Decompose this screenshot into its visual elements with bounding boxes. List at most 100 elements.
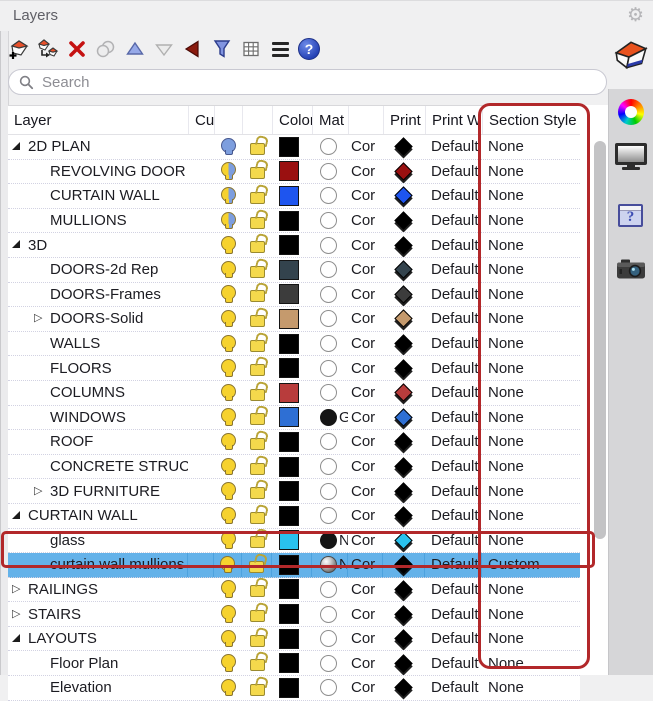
- print-color-cell[interactable]: [383, 430, 425, 454]
- layer-name-cell[interactable]: glass: [8, 529, 188, 553]
- material-icon[interactable]: [320, 360, 337, 377]
- visibility-bulb-icon[interactable]: [221, 236, 236, 251]
- linetype-label[interactable]: Cor: [348, 627, 383, 651]
- layer-name-cell[interactable]: DOORS-Frames: [8, 283, 188, 307]
- visibility-bulb-icon[interactable]: [221, 285, 236, 300]
- column-header-color[interactable]: Color: [272, 106, 312, 134]
- column-header-on[interactable]: [214, 106, 242, 134]
- print-color-cell[interactable]: [383, 233, 425, 257]
- print-color-icon[interactable]: [394, 211, 412, 229]
- move-down-button[interactable]: [153, 38, 175, 60]
- color-swatch[interactable]: [279, 555, 299, 575]
- current-layer-cell[interactable]: [188, 676, 214, 700]
- layer-row[interactable]: CURTAIN WALLCorDefaultNone: [8, 184, 580, 209]
- lock-icon[interactable]: [250, 684, 265, 696]
- lock-cell[interactable]: [242, 455, 272, 479]
- new-layer-button[interactable]: [8, 38, 30, 60]
- visibility-bulb-icon[interactable]: [221, 162, 236, 177]
- collapse-arrow-icon[interactable]: ▷: [34, 486, 42, 497]
- current-layer-cell[interactable]: [188, 209, 214, 233]
- material-icon[interactable]: [320, 679, 337, 696]
- lock-icon[interactable]: [250, 463, 265, 475]
- color-swatch[interactable]: [279, 358, 299, 378]
- collapse-arrow-icon[interactable]: ▷: [12, 609, 20, 620]
- lock-icon[interactable]: [250, 635, 265, 647]
- current-layer-cell[interactable]: [188, 578, 214, 602]
- current-layer-cell[interactable]: [188, 184, 214, 208]
- linetype-label[interactable]: Cor: [348, 578, 383, 602]
- section-style-label[interactable]: None: [482, 307, 580, 331]
- visibility-cell[interactable]: [214, 455, 242, 479]
- layer-name-cell[interactable]: DOORS-2d Rep: [8, 258, 188, 282]
- lock-icon[interactable]: [250, 585, 265, 597]
- print-width-label[interactable]: Default: [425, 283, 482, 307]
- color-swatch[interactable]: [279, 678, 299, 698]
- visibility-bulb-icon[interactable]: [221, 212, 236, 227]
- material-cell[interactable]: [312, 160, 348, 184]
- lock-cell[interactable]: [242, 283, 272, 307]
- collapse-arrow-icon[interactable]: ▷: [12, 584, 20, 595]
- print-width-label[interactable]: Default: [425, 602, 482, 626]
- visibility-bulb-icon[interactable]: [221, 138, 236, 153]
- color-swatch[interactable]: [279, 309, 299, 329]
- column-header-print-width[interactable]: Print Wi: [425, 106, 482, 134]
- layer-row[interactable]: ElevationCorDefaultNone: [8, 676, 580, 701]
- visibility-bulb-icon[interactable]: [221, 359, 236, 374]
- camera-tab[interactable]: [608, 258, 653, 280]
- expand-arrow-icon[interactable]: [12, 240, 20, 248]
- material-cell[interactable]: [312, 283, 348, 307]
- print-width-label[interactable]: Default: [425, 504, 482, 528]
- column-header-material[interactable]: Mat: [312, 106, 348, 134]
- material-icon[interactable]: [320, 409, 337, 426]
- section-style-label[interactable]: None: [482, 578, 580, 602]
- layer-name-cell[interactable]: ▷DOORS-Solid: [8, 307, 188, 331]
- section-style-label[interactable]: None: [482, 283, 580, 307]
- print-width-label[interactable]: Default: [425, 233, 482, 257]
- print-color-icon[interactable]: [394, 580, 412, 598]
- columns-button[interactable]: [240, 38, 262, 60]
- linetype-label[interactable]: Cor: [348, 160, 383, 184]
- lock-cell[interactable]: [242, 209, 272, 233]
- visibility-bulb-icon[interactable]: [220, 556, 235, 571]
- current-layer-cell[interactable]: [188, 553, 214, 577]
- delete-layer-button[interactable]: [66, 38, 88, 60]
- print-color-icon[interactable]: [394, 138, 412, 156]
- material-cell[interactable]: N: [312, 553, 348, 577]
- print-color-icon[interactable]: [394, 310, 412, 328]
- print-color-cell[interactable]: [383, 651, 425, 675]
- print-color-icon[interactable]: [394, 482, 412, 500]
- layer-name-cell[interactable]: CURTAIN WALL: [8, 184, 188, 208]
- lock-cell[interactable]: [242, 233, 272, 257]
- print-width-label[interactable]: Default: [425, 135, 482, 159]
- print-color-icon[interactable]: [394, 334, 412, 352]
- section-style-label[interactable]: None: [482, 406, 580, 430]
- color-cell[interactable]: [272, 651, 312, 675]
- color-cell[interactable]: [272, 332, 312, 356]
- color-swatch[interactable]: [279, 457, 299, 477]
- current-layer-cell[interactable]: [188, 455, 214, 479]
- section-style-label[interactable]: Custom: [482, 553, 580, 577]
- layer-name-cell[interactable]: ▷STAIRS: [8, 602, 188, 626]
- lock-cell[interactable]: [242, 184, 272, 208]
- print-color-icon[interactable]: [394, 654, 412, 672]
- visibility-cell[interactable]: [214, 627, 242, 651]
- linetype-label[interactable]: Cor: [348, 258, 383, 282]
- material-cell[interactable]: N: [312, 529, 348, 553]
- visibility-cell[interactable]: [214, 283, 242, 307]
- layer-row[interactable]: CONCRETE STRUCTUCorDefaultNone: [8, 455, 580, 480]
- print-color-icon[interactable]: [394, 285, 412, 303]
- color-cell[interactable]: [272, 553, 312, 577]
- current-layer-cell[interactable]: [188, 160, 214, 184]
- print-color-cell[interactable]: [383, 332, 425, 356]
- lock-cell[interactable]: [242, 258, 272, 282]
- layer-row[interactable]: DOORS-FramesCorDefaultNone: [8, 283, 580, 308]
- print-width-label[interactable]: Default: [425, 578, 482, 602]
- material-cell[interactable]: [312, 676, 348, 700]
- lock-cell[interactable]: [242, 651, 272, 675]
- color-cell[interactable]: [272, 529, 312, 553]
- layer-name-cell[interactable]: ROOF: [8, 430, 188, 454]
- layer-name-cell[interactable]: Floor Plan: [8, 651, 188, 675]
- section-style-label[interactable]: None: [482, 479, 580, 503]
- current-layer-cell[interactable]: [188, 504, 214, 528]
- layer-name-cell[interactable]: Elevation: [8, 676, 188, 700]
